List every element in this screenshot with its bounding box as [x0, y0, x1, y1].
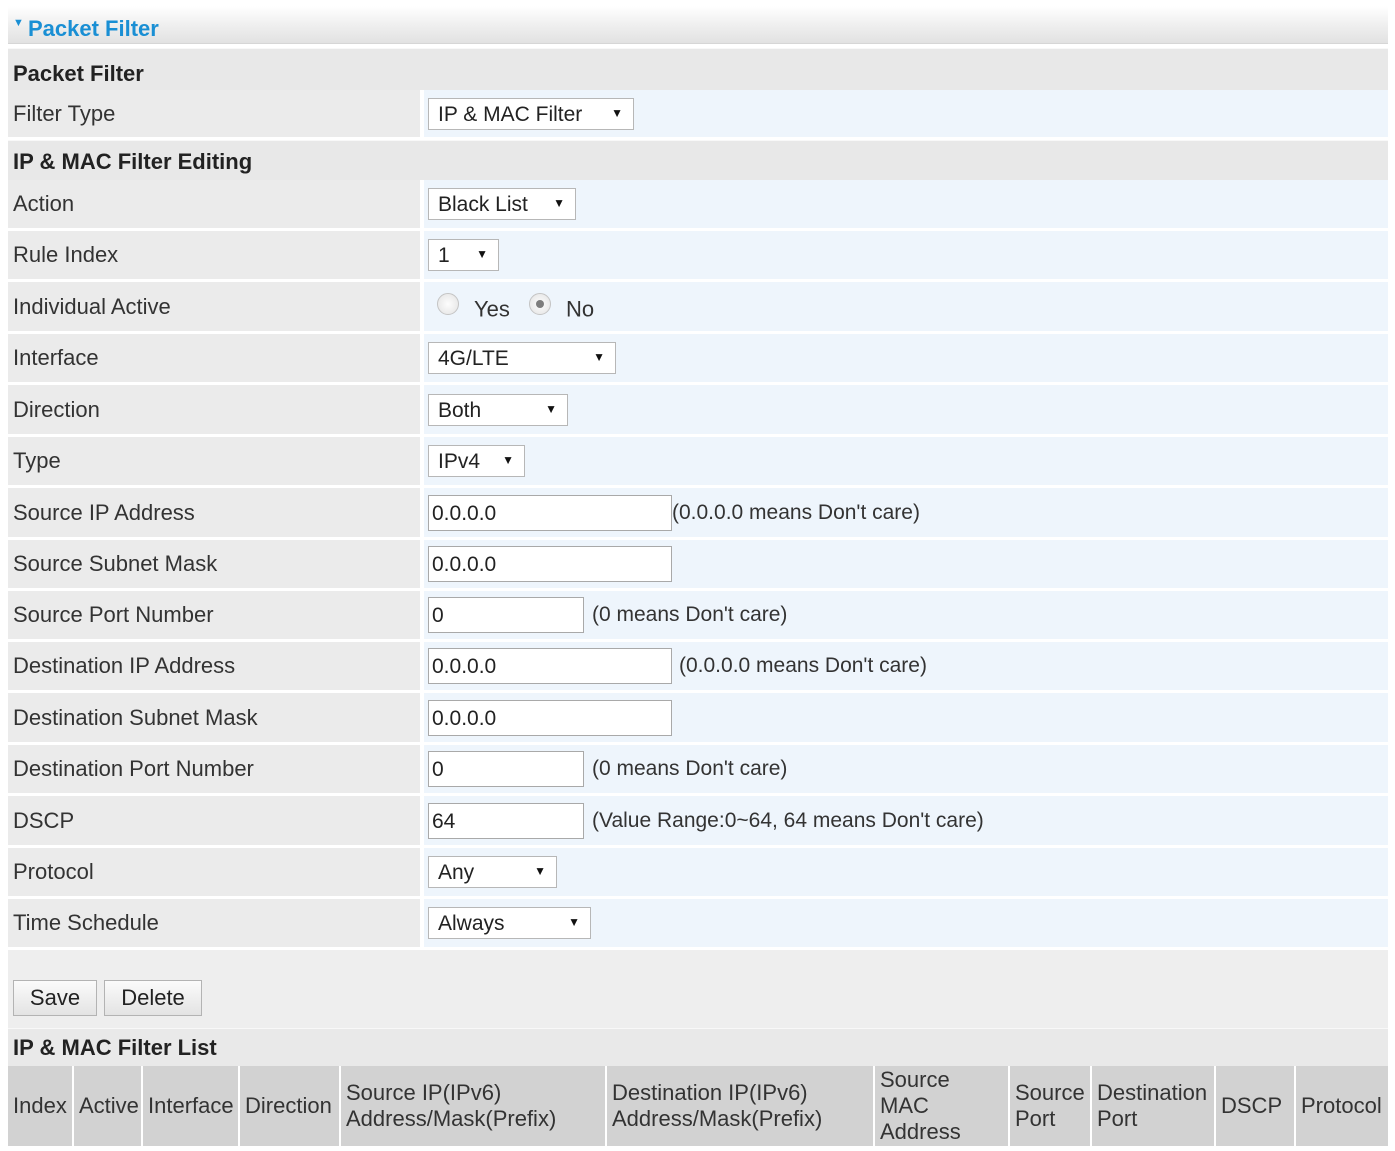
- caret-down-icon: ▼: [534, 864, 546, 878]
- dest-ip-input[interactable]: 0.0.0.0: [428, 648, 672, 684]
- caret-down-icon: ▼: [476, 247, 488, 261]
- caret-down-icon: ▼: [545, 401, 557, 416]
- dscp-input[interactable]: 64: [428, 802, 584, 839]
- caret-down-icon: ▼: [568, 915, 580, 929]
- source-port-label: Source Port Number: [13, 602, 214, 627]
- row-source-ip: Source IP Address 0.0.0.0 (0.0.0.0 means…: [8, 488, 1388, 540]
- triangle-down-icon[interactable]: ▼: [13, 17, 24, 29]
- row-time-schedule: Time Schedule Always ▼: [8, 899, 1388, 950]
- column-header-source-ip: Source IP(IPv6) Address/Mask(Prefix): [341, 1066, 605, 1146]
- source-ip-label: Source IP Address: [13, 499, 195, 525]
- type-label: Type: [13, 448, 61, 473]
- column-header-source-mac: Source MAC Address: [875, 1066, 1008, 1146]
- active-yes-label[interactable]: Yes: [474, 296, 510, 322]
- save-button[interactable]: Save: [13, 980, 97, 1016]
- caret-down-icon: ▼: [502, 453, 514, 467]
- section-filter-list: IP & MAC Filter List: [8, 1028, 1388, 1066]
- source-port-input[interactable]: 0: [428, 597, 584, 633]
- column-header-dscp: DSCP: [1216, 1066, 1294, 1146]
- time-schedule-select[interactable]: Always ▼: [428, 907, 591, 939]
- dest-ip-hint: (0.0.0.0 means Don't care): [679, 654, 927, 677]
- filter-type-label: Filter Type: [13, 100, 116, 126]
- button-bar: Save Delete: [8, 950, 1388, 1028]
- dscp-hint: (Value Range:0~64, 64 means Don't care): [592, 808, 984, 832]
- time-schedule-label: Time Schedule: [13, 910, 159, 935]
- column-header-active: Active: [74, 1066, 141, 1146]
- action-select[interactable]: Black List ▼: [428, 188, 576, 220]
- row-action: Action Black List ▼: [8, 180, 1388, 231]
- active-no-radio[interactable]: [529, 292, 551, 315]
- active-no-label[interactable]: No: [566, 296, 594, 322]
- section-title: IP & MAC Filter Editing: [13, 149, 253, 174]
- dest-port-input[interactable]: 0: [428, 751, 584, 787]
- source-mask-label: Source Subnet Mask: [13, 551, 218, 576]
- row-rule-index: Rule Index 1 ▼: [8, 231, 1388, 282]
- protocol-label: Protocol: [13, 859, 94, 884]
- column-header-source-port: Source Port: [1010, 1066, 1090, 1146]
- dest-mask-label: Destination Subnet Mask: [13, 704, 258, 730]
- panel-title-bar[interactable]: ▼ Packet Filter: [8, 6, 1388, 44]
- row-source-port: Source Port Number 0 (0 means Don't care…: [8, 591, 1388, 642]
- interface-select[interactable]: 4G/LTE ▼: [428, 342, 616, 374]
- source-ip-input[interactable]: 0.0.0.0: [428, 494, 672, 531]
- section-title: IP & MAC Filter List: [13, 1035, 217, 1060]
- row-filter-type: Filter Type IP & MAC Filter ▼: [8, 90, 1388, 140]
- column-header-destination-port: Destination Port: [1092, 1066, 1214, 1146]
- protocol-select[interactable]: Any ▼: [428, 856, 557, 888]
- filter-type-select[interactable]: IP & MAC Filter ▼: [428, 97, 634, 130]
- row-dest-port: Destination Port Number 0 (0 means Don't…: [8, 745, 1388, 796]
- type-select[interactable]: IPv4 ▼: [428, 445, 525, 477]
- filter-list-table-header: Index Active Interface Direction Source …: [8, 1066, 1388, 1146]
- source-ip-hint: (0.0.0.0 means Don't care): [672, 500, 920, 524]
- rule-index-label: Rule Index: [13, 242, 119, 267]
- dest-port-hint: (0 means Don't care): [592, 757, 788, 780]
- interface-label: Interface: [13, 345, 99, 370]
- section-title: Packet Filter: [13, 61, 144, 86]
- column-header-interface: Interface: [143, 1066, 238, 1146]
- source-port-hint: (0 means Don't care): [592, 603, 788, 626]
- caret-down-icon: ▼: [593, 350, 605, 364]
- dest-port-label: Destination Port Number: [13, 756, 254, 781]
- individual-active-label: Individual Active: [13, 293, 171, 319]
- row-direction: Direction Both ▼: [8, 385, 1388, 437]
- column-header-direction: Direction: [240, 1066, 339, 1146]
- section-filter-editing: IP & MAC Filter Editing: [8, 140, 1388, 180]
- row-type: Type IPv4 ▼: [8, 437, 1388, 488]
- active-yes-radio[interactable]: [437, 292, 459, 315]
- row-individual-active: Individual Active Yes No: [8, 282, 1388, 334]
- column-header-destination-ip: Destination IP(IPv6) Address/Mask(Prefix…: [607, 1066, 873, 1146]
- row-dest-mask: Destination Subnet Mask 0.0.0.0: [8, 693, 1388, 745]
- row-dscp: DSCP 64 (Value Range:0~64, 64 means Don'…: [8, 796, 1388, 848]
- row-source-mask: Source Subnet Mask 0.0.0.0: [8, 540, 1388, 591]
- source-mask-input[interactable]: 0.0.0.0: [428, 546, 672, 582]
- action-label: Action: [13, 191, 75, 216]
- dest-mask-input[interactable]: 0.0.0.0: [428, 699, 672, 736]
- rule-index-select[interactable]: 1 ▼: [428, 239, 499, 271]
- direction-select[interactable]: Both ▼: [428, 393, 568, 426]
- row-interface: Interface 4G/LTE ▼: [8, 334, 1388, 385]
- row-protocol: Protocol Any ▼: [8, 848, 1388, 899]
- column-header-index: Index: [8, 1066, 72, 1146]
- dscp-label: DSCP: [13, 807, 75, 833]
- dest-ip-label: Destination IP Address: [13, 653, 236, 678]
- caret-down-icon: ▼: [611, 105, 623, 120]
- row-dest-ip: Destination IP Address 0.0.0.0 (0.0.0.0 …: [8, 642, 1388, 693]
- column-header-protocol: Protocol: [1296, 1066, 1388, 1146]
- panel-title[interactable]: Packet Filter: [28, 16, 159, 42]
- direction-label: Direction: [13, 396, 100, 422]
- section-packet-filter: Packet Filter: [8, 48, 1388, 90]
- caret-down-icon: ▼: [553, 196, 565, 210]
- delete-button[interactable]: Delete: [104, 980, 202, 1016]
